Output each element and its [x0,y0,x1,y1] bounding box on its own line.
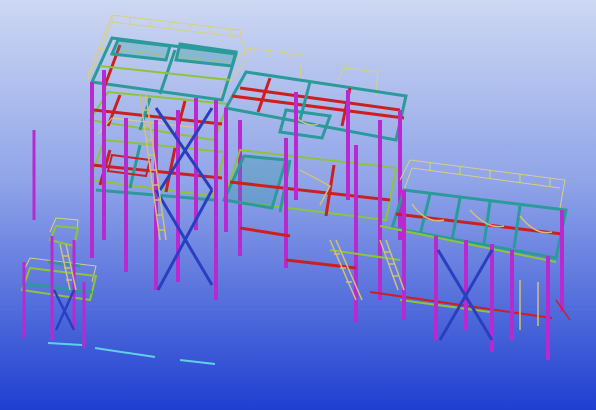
model-viewport[interactable] [0,0,596,410]
viewport-background [0,0,596,410]
steel-structure-render [0,0,596,410]
